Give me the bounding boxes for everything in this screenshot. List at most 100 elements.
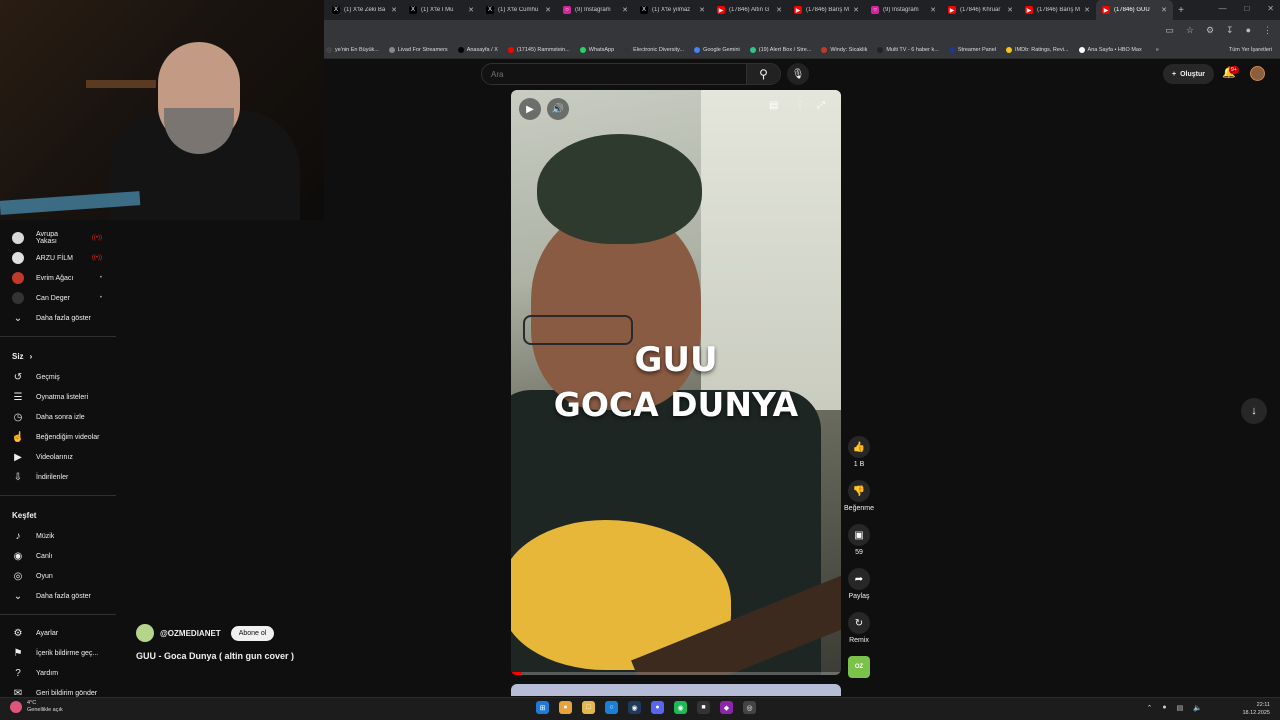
subscription-item[interactable]: Can Deger • [0, 288, 116, 308]
browser-tab[interactable]: X (1) X'te yılmaz ✕ [634, 0, 711, 20]
discord-icon[interactable]: ● [651, 701, 664, 714]
profile-icon[interactable]: ● [1246, 25, 1251, 36]
sidebar-item[interactable]: ⌄ Daha fazla göster [0, 586, 116, 606]
subs-show-more[interactable]: ⌄ Daha fazla göster [0, 308, 116, 328]
progress-bar[interactable] [511, 672, 841, 675]
sidebar-item[interactable]: ◉ Canlı [0, 546, 116, 566]
play-button[interactable]: ▶ [519, 98, 541, 120]
maximize-icon[interactable]: □ [1244, 4, 1249, 13]
captions-icon[interactable]: ▤ [769, 100, 778, 111]
sidebar-item[interactable]: ☝ Beğendiğim videolar [0, 427, 116, 447]
close-tab-icon[interactable]: ✕ [468, 6, 474, 14]
sidebar-item[interactable]: ♪ Müzik [0, 526, 116, 546]
minimize-icon[interactable]: — [1218, 4, 1226, 13]
browser-tab[interactable]: ▶ (17846) Barış M ✕ [788, 0, 865, 20]
close-tab-icon[interactable]: ✕ [930, 6, 936, 14]
bookmark-item[interactable]: ye'nin En Büyük... [326, 46, 379, 53]
like-action[interactable]: 👍 1 B [842, 436, 876, 468]
mic-tray-icon[interactable]: ● [1162, 704, 1166, 712]
all-bookmarks-folder[interactable]: Tüm Yer İşaretleri [1229, 47, 1272, 53]
comments-action[interactable]: ▣ 59 [842, 524, 876, 556]
channel-name[interactable]: @OZMEDIANET [160, 629, 221, 638]
folder-icon[interactable]: □ [582, 701, 595, 714]
channel-avatar[interactable] [136, 624, 154, 642]
fullscreen-icon[interactable]: ⤢ [817, 100, 825, 111]
close-tab-icon[interactable]: ✕ [391, 6, 397, 14]
more-options-icon[interactable]: ⋮ [795, 100, 805, 111]
channel-thumb-action[interactable]: OZ [842, 656, 876, 678]
epic-games-icon[interactable]: ■ [697, 701, 710, 714]
subscription-item[interactable]: Avrupa Yakası ((•)) [0, 228, 116, 248]
subscription-item[interactable]: Evrim Ağacı • [0, 268, 116, 288]
browser-tab[interactable]: ▶ (17846) Barış M ✕ [1019, 0, 1096, 20]
browser-tab[interactable]: ▶ (17846) Altın G ✕ [711, 0, 788, 20]
tray-chevron-icon[interactable]: ⌃ [1147, 704, 1153, 712]
browser-tab[interactable]: X (1) X'te Cumhu ✕ [480, 0, 557, 20]
close-tab-icon[interactable]: ✕ [545, 6, 551, 14]
browser-tab[interactable]: ○ (9) Instagram ✕ [557, 0, 634, 20]
shorts-player[interactable]: GUU GOCA DUNYA ▶ 🔊 ▤ ⋮ ⤢ [511, 90, 841, 675]
voice-search-button[interactable]: 🎙 [787, 63, 809, 85]
bookmark-item[interactable]: Livad For Streamers [388, 46, 448, 53]
start-icon[interactable]: ⊞ [536, 701, 549, 714]
bookmark-item[interactable]: Ana Sayfa • HBO Max [1078, 46, 1142, 53]
close-window-icon[interactable]: ✕ [1267, 4, 1274, 13]
edge-icon[interactable]: ○ [605, 701, 618, 714]
more-bookmarks-button[interactable]: » [1156, 47, 1159, 53]
sidebar-item[interactable]: ⚑ İçerik bildirme geç... [0, 643, 116, 663]
sidebar-item[interactable]: ↺ Geçmiş [0, 367, 116, 387]
menu-icon[interactable]: ⋮ [1263, 25, 1272, 36]
next-video-button[interactable]: ↓ [1241, 398, 1267, 424]
bookmark-item[interactable]: Electronic Diversity... [624, 46, 684, 53]
sidebar-item[interactable]: ⇩ İndirilenler [0, 467, 116, 487]
browser-tab[interactable]: X (1) X'te İ Mu ✕ [403, 0, 480, 20]
clock[interactable]: 22:11 18.12.2025 [1242, 701, 1270, 717]
close-tab-icon[interactable]: ✕ [622, 6, 628, 14]
subscribe-button[interactable]: Abone ol [230, 625, 275, 641]
chrome-icon[interactable]: ● [559, 701, 572, 714]
close-tab-icon[interactable]: ✕ [1161, 6, 1167, 14]
subscription-item[interactable]: ARZU FİLM ((•)) [0, 248, 116, 268]
next-short-preview[interactable] [511, 684, 841, 696]
volume-button[interactable]: 🔊 [547, 98, 569, 120]
speaker-icon[interactable]: 🔈 [1193, 704, 1202, 712]
sidebar-item[interactable]: ◎ Oyun [0, 566, 116, 586]
sidebar-item[interactable]: ⚙ Ayarlar [0, 623, 116, 643]
search-input[interactable] [482, 69, 746, 79]
download-icon[interactable]: ↧ [1226, 25, 1234, 36]
steam-icon[interactable]: ◉ [628, 701, 641, 714]
bookmark-item[interactable]: Multi TV - 6 haber k... [877, 46, 939, 53]
sidebar-item[interactable]: ▶ Videolarınız [0, 447, 116, 467]
share-action[interactable]: ➦ Paylaş [842, 568, 876, 600]
close-tab-icon[interactable]: ✕ [1007, 6, 1013, 14]
sidebar-item[interactable]: ? Yardım [0, 663, 116, 683]
close-tab-icon[interactable]: ✕ [853, 6, 859, 14]
obs-icon[interactable]: ◎ [743, 701, 756, 714]
browser-tab[interactable]: X (1) X'te Zeki Ba ✕ [326, 0, 403, 20]
browser-tab[interactable]: ○ (9) Instagram ✕ [865, 0, 942, 20]
video-title[interactable]: GUU - Goca Dunya ( altin gun cover ) [136, 651, 294, 661]
dislike-action[interactable]: 👎 Beğenme [842, 480, 876, 512]
sidebar-item[interactable]: ☰ Oynatma listeleri [0, 387, 116, 407]
browser-tab[interactable]: ▶ (17846) Khruar ✕ [942, 0, 1019, 20]
bookmark-item[interactable]: Windy: Sicaklik [821, 46, 867, 53]
new-tab-button[interactable]: + [1173, 5, 1189, 16]
spotify-icon[interactable]: ◉ [674, 701, 687, 714]
extensions-icon[interactable]: ⚙ [1206, 25, 1214, 36]
bookmark-item[interactable]: Streamer Panel [948, 46, 996, 53]
network-icon[interactable]: ▤ [1177, 704, 1184, 712]
remix-action[interactable]: ↻ Remix [842, 612, 876, 644]
search-button[interactable]: ⚲ [746, 64, 780, 84]
sidebar-item[interactable]: ◷ Daha sonra izle [0, 407, 116, 427]
account-avatar[interactable] [1250, 66, 1265, 81]
kick-icon[interactable]: ◆ [720, 701, 733, 714]
browser-tab[interactable]: ▶ (17846) GUU ✕ [1096, 0, 1173, 20]
bookmark-item[interactable]: WhatsApp [579, 46, 614, 53]
bookmark-item[interactable]: IMDb: Ratings, Revi... [1006, 46, 1069, 53]
close-tab-icon[interactable]: ✕ [776, 6, 782, 14]
you-section-title[interactable]: Siz › [0, 345, 116, 367]
bookmark-item[interactable]: Anasayfa / X [457, 46, 498, 53]
bookmark-item[interactable]: (17145) Rammstein... [507, 46, 570, 53]
bookmark-item[interactable]: (19) Alert Box / Stre... [749, 46, 811, 53]
star-icon[interactable]: ☆ [1186, 25, 1194, 36]
